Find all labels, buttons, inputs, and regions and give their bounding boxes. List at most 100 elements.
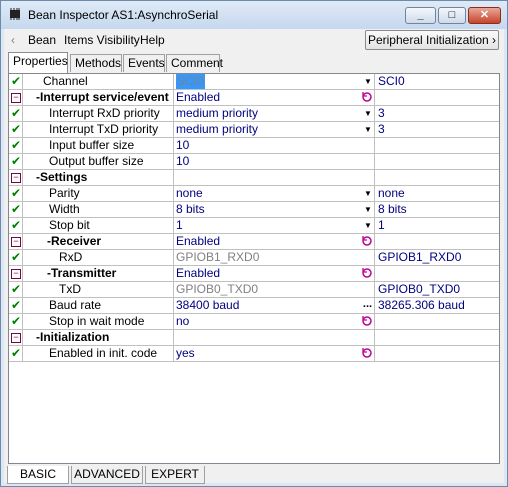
dropdown-arrow-icon[interactable]: ▼ — [363, 108, 373, 119]
property-name: Interrupt RxD priority — [23, 106, 174, 121]
tab-comment[interactable]: Comment — [166, 54, 223, 72]
tab-properties[interactable]: Properties — [8, 52, 68, 73]
property-row-stop-bit[interactable]: ✔ Stop bit 1 ▼ 1 — [9, 218, 499, 234]
property-row-transmitter[interactable]: − -Transmitter Enabled — [9, 266, 499, 282]
property-row-initialization[interactable]: − -Initialization — [9, 330, 499, 346]
row-state: − — [9, 266, 23, 281]
property-row-output-buffer[interactable]: ✔ Output buffer size 10 — [9, 154, 499, 170]
reset-icon[interactable] — [361, 315, 373, 327]
property-row-receiver[interactable]: − -Receiver Enabled — [9, 234, 499, 250]
property-value[interactable]: yes — [174, 346, 375, 361]
property-name: Input buffer size — [23, 138, 174, 153]
property-name: Output buffer size — [23, 154, 174, 169]
reset-icon[interactable] — [361, 267, 373, 279]
property-name: TxD — [23, 282, 174, 297]
minimize-button[interactable]: _ — [405, 7, 436, 24]
property-value[interactable]: no — [174, 314, 375, 329]
property-name: Parity — [23, 186, 174, 201]
property-row-rxd-priority[interactable]: ✔ Interrupt RxD priority medium priority… — [9, 106, 499, 122]
back-arrow-icon[interactable]: ‹ — [11, 33, 15, 47]
property-value[interactable]: 1 ▼ — [174, 218, 375, 233]
property-value[interactable]: 10 — [174, 154, 375, 169]
property-label: Stop bit — [49, 218, 90, 232]
property-value[interactable]: Enabled — [174, 90, 375, 105]
tab-basic[interactable]: BASIC — [7, 466, 69, 484]
tab-label: Properties — [13, 54, 68, 68]
menu-bean[interactable]: Bean — [28, 33, 56, 47]
dropdown-arrow-icon[interactable]: ▼ — [363, 204, 373, 215]
reset-icon[interactable] — [361, 91, 373, 103]
collapse-icon[interactable]: − — [11, 269, 21, 279]
maximize-button[interactable]: □ — [438, 7, 466, 24]
tab-label: BASIC — [19, 467, 56, 481]
property-name: Interrupt TxD priority — [23, 122, 174, 137]
collapse-icon[interactable]: − — [11, 237, 21, 247]
property-row-txd-priority[interactable]: ✔ Interrupt TxD priority medium priority… — [9, 122, 499, 138]
tab-label: Events — [128, 56, 165, 70]
value-text: none — [176, 186, 203, 200]
close-icon: ✕ — [479, 9, 490, 21]
check-icon: ✔ — [11, 154, 22, 168]
row-state: ✔ — [9, 250, 23, 265]
tab-expert[interactable]: EXPERT — [145, 466, 205, 484]
tab-methods[interactable]: Methods — [70, 54, 122, 72]
dropdown-arrow-icon[interactable]: ▼ — [363, 220, 373, 231]
bean-inspector-window: Bean Inspector AS1:AsynchroSerial _ □ ✕ … — [0, 0, 508, 487]
check-icon: ✔ — [11, 202, 22, 216]
property-row-channel[interactable]: ✔ Channel SCI0 ▼ SCI0 — [9, 74, 499, 90]
title-bar[interactable]: Bean Inspector AS1:AsynchroSerial _ □ ✕ — [1, 1, 507, 29]
tab-advanced[interactable]: ADVANCED — [71, 466, 143, 484]
dropdown-arrow-icon[interactable]: ▼ — [363, 124, 373, 135]
close-button[interactable]: ✕ — [468, 7, 501, 24]
property-value[interactable]: 8 bits ▼ — [174, 202, 375, 217]
menu-items-visibility[interactable]: Items Visibility — [64, 33, 140, 47]
extra-text: 1 — [378, 218, 385, 232]
extra-text: 38265.306 baud — [378, 298, 465, 312]
menu-help[interactable]: Help — [140, 33, 165, 47]
property-row-stop-in-wait[interactable]: ✔ Stop in wait mode no — [9, 314, 499, 330]
dropdown-arrow-icon[interactable]: ▼ — [363, 76, 373, 87]
property-value[interactable]: SCI0 ▼ — [174, 74, 375, 89]
row-state: ✔ — [9, 346, 23, 361]
reset-icon[interactable] — [361, 235, 373, 247]
property-name: -Receiver — [23, 234, 174, 249]
property-row-baud-rate[interactable]: ✔ Baud rate 38400 baud... 38265.306 baud — [9, 298, 499, 314]
menu-bar: ‹ Bean Items Visibility Help Peripheral … — [4, 29, 504, 51]
property-row-enabled-in-init[interactable]: ✔ Enabled in init. code yes — [9, 346, 499, 362]
property-row-interrupt-service[interactable]: − -Interrupt service/event Enabled — [9, 90, 499, 106]
check-icon: ✔ — [11, 298, 22, 312]
property-value[interactable]: none ▼ — [174, 186, 375, 201]
tab-events[interactable]: Events — [123, 54, 165, 72]
property-row-parity[interactable]: ✔ Parity none ▼ none — [9, 186, 499, 202]
value-text: 38400 baud — [176, 298, 240, 312]
dropdown-arrow-icon[interactable]: ▼ — [363, 188, 373, 199]
value-text: medium priority — [176, 122, 259, 136]
property-row-txd[interactable]: ✔ TxD GPIOB0_TXD0 GPIOB0_TXD0 — [9, 282, 499, 298]
property-row-width[interactable]: ✔ Width 8 bits ▼ 8 bits — [9, 202, 499, 218]
ellipsis-icon[interactable]: ... — [362, 298, 373, 313]
property-extra: SCI0 — [375, 74, 499, 89]
check-icon: ✔ — [11, 74, 22, 88]
check-icon: ✔ — [11, 250, 22, 264]
collapse-icon[interactable]: − — [11, 173, 21, 183]
reset-icon[interactable] — [361, 347, 373, 359]
group-label: -Receiver — [47, 234, 102, 248]
property-value[interactable]: medium priority ▼ — [174, 106, 375, 121]
property-extra: 8 bits — [375, 202, 499, 217]
property-name: Width — [23, 202, 174, 217]
property-value[interactable]: Enabled — [174, 234, 375, 249]
value-text: Enabled — [176, 90, 221, 104]
peripheral-initialization-button[interactable]: Peripheral Initialization › — [365, 30, 499, 50]
value-text: SCI0 — [176, 74, 205, 89]
collapse-icon[interactable]: − — [11, 93, 21, 103]
property-row-settings[interactable]: − -Settings — [9, 170, 499, 186]
property-value[interactable]: 10 — [174, 138, 375, 153]
property-extra: 38265.306 baud — [375, 298, 499, 313]
property-value[interactable]: 38400 baud... — [174, 298, 375, 313]
property-value[interactable]: medium priority ▼ — [174, 122, 375, 137]
property-row-input-buffer[interactable]: ✔ Input buffer size 10 — [9, 138, 499, 154]
property-value[interactable]: Enabled — [174, 266, 375, 281]
property-extra — [375, 330, 499, 345]
property-row-rxd[interactable]: ✔ RxD GPIOB1_RXD0 GPIOB1_RXD0 — [9, 250, 499, 266]
collapse-icon[interactable]: − — [11, 333, 21, 343]
